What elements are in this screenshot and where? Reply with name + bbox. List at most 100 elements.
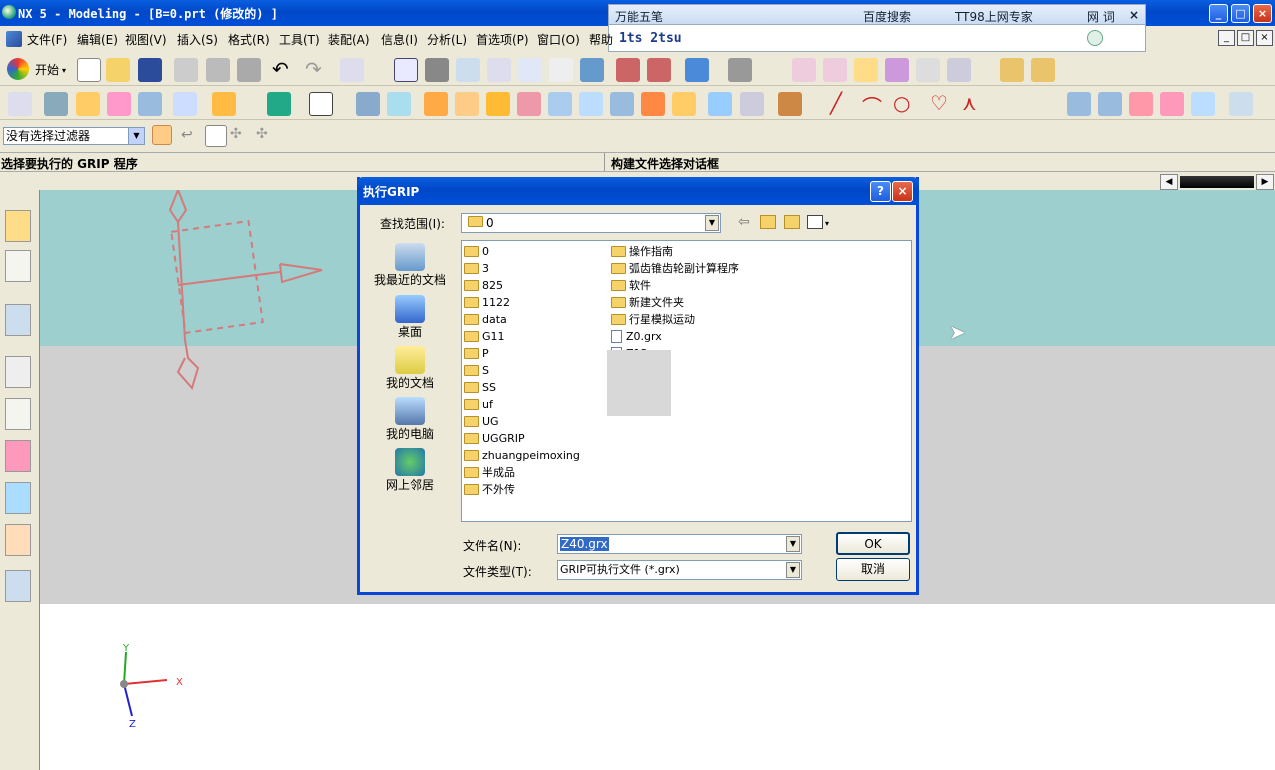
chamfer-icon[interactable] (517, 92, 541, 116)
through-curves-icon[interactable] (1098, 92, 1122, 116)
filename-input[interactable]: Z40.grx ▼ (557, 534, 802, 554)
swept-surface-icon[interactable] (1160, 92, 1184, 116)
view-icon[interactable] (580, 58, 604, 82)
reuse-library-icon[interactable] (5, 398, 31, 430)
file-list[interactable]: 0 3 825 1122 data G11 P S SS uf UG UGGRIP zhuangpeim… (461, 240, 912, 522)
zoom-icon[interactable] (456, 58, 480, 82)
chevron-down-icon[interactable]: ▼ (786, 536, 800, 552)
tab-scroll-thumb[interactable] (1180, 176, 1254, 188)
zoom-in-icon[interactable] (487, 58, 511, 82)
menu-information[interactable]: 信息(I) (381, 31, 418, 48)
edge-blend-icon[interactable] (486, 92, 510, 116)
pattern-icon[interactable] (708, 92, 732, 116)
boolean-unite-icon[interactable] (424, 92, 448, 116)
filetype-select[interactable]: GRIP可执行文件 (*.grx) ▼ (557, 560, 802, 580)
snap-point-icon[interactable]: ✣ (230, 126, 242, 142)
point-icon[interactable] (267, 92, 291, 116)
file-list-item[interactable]: uf (464, 396, 604, 413)
web-browser-icon[interactable] (5, 304, 31, 336)
ime-close-icon[interactable]: × (1129, 8, 1139, 22)
block-icon[interactable] (356, 92, 380, 116)
render-style-icon[interactable] (685, 58, 709, 82)
wcs-display-icon[interactable] (947, 58, 971, 82)
maximize-button[interactable]: □ (1231, 4, 1250, 23)
spline-icon[interactable]: ♡ (930, 91, 948, 115)
place-computer[interactable]: 我的电脑 (367, 397, 453, 447)
extrude-icon[interactable] (76, 92, 100, 116)
layer-settings-icon[interactable] (647, 58, 671, 82)
file-list-item[interactable]: SS (464, 379, 604, 396)
wcs-rotate-icon[interactable] (854, 58, 878, 82)
menu-view[interactable]: 视图(V) (125, 31, 167, 48)
wcs-origin-icon[interactable] (823, 58, 847, 82)
offset-face-icon[interactable] (610, 92, 634, 116)
part-navigator-icon[interactable] (8, 92, 32, 116)
history-icon[interactable] (5, 356, 31, 388)
lookin-select[interactable]: 0 ▼ (461, 213, 721, 233)
ime-words-label[interactable]: 网 词 (1087, 8, 1115, 25)
menu-tools[interactable]: 工具(T) (279, 31, 320, 48)
cancel-button[interactable]: 取消 (836, 558, 910, 581)
paste-icon[interactable] (237, 58, 261, 82)
view-menu-dropdown-icon[interactable]: ▾ (825, 219, 829, 228)
ok-button[interactable]: OK (836, 532, 910, 555)
wcs-icon[interactable] (792, 58, 816, 82)
fit-icon[interactable] (394, 58, 418, 82)
file-list-item[interactable]: data (464, 311, 604, 328)
datum-plane-icon[interactable] (212, 92, 236, 116)
menu-preferences[interactable]: 首选项(P) (476, 31, 529, 48)
menu-format[interactable]: 格式(R) (228, 31, 270, 48)
place-network[interactable]: 网上邻居 (367, 448, 453, 498)
zoom-region-icon[interactable] (425, 58, 449, 82)
file-list-item[interactable]: 行星模拟运动 (611, 311, 791, 328)
circle-icon[interactable]: ○ (893, 91, 910, 115)
file-list-item[interactable]: UGGRIP (464, 430, 604, 447)
mdi-minimize-button[interactable]: _ (1218, 30, 1235, 46)
revolve-icon[interactable] (107, 92, 131, 116)
cut-icon[interactable] (174, 58, 198, 82)
analysis-icon[interactable] (1229, 92, 1253, 116)
select-icon[interactable] (340, 58, 364, 82)
file-list-item[interactable]: G11 (464, 328, 604, 345)
open-icon[interactable] (106, 58, 130, 82)
help-button[interactable]: ? (870, 181, 891, 202)
menu-assemblies[interactable]: 装配(A) (328, 31, 370, 48)
part-navigator-icon[interactable] (5, 250, 31, 282)
start-button[interactable]: 开始 (35, 61, 59, 78)
save-icon[interactable] (138, 58, 162, 82)
file-list-item[interactable]: zhuangpeimoxing (464, 447, 604, 464)
start-icon[interactable] (7, 58, 29, 80)
mdi-close-button[interactable]: × (1256, 30, 1273, 46)
dialog-close-button[interactable]: × (892, 181, 913, 202)
split-body-icon[interactable] (672, 92, 696, 116)
surface-icon[interactable] (1067, 92, 1091, 116)
file-list-item[interactable]: 操作指南 (611, 243, 791, 260)
nx-menu-icon[interactable] (6, 31, 22, 47)
users-icon[interactable] (5, 524, 31, 556)
file-list-item[interactable]: 825 (464, 277, 604, 294)
thicken-icon[interactable] (579, 92, 603, 116)
redo-icon[interactable]: ↷ (305, 57, 322, 81)
chevron-down-icon[interactable]: ▼ (705, 215, 719, 231)
back-icon[interactable]: ⇦ (738, 214, 750, 230)
pan-icon[interactable] (549, 58, 573, 82)
file-list-item[interactable]: 0 (464, 243, 604, 260)
line-icon[interactable]: ╱ (830, 91, 842, 115)
file-list-item[interactable]: S (464, 362, 604, 379)
system-materials-icon[interactable] (5, 482, 31, 514)
mirror-icon[interactable] (740, 92, 764, 116)
shell-icon[interactable] (548, 92, 572, 116)
sweep-icon[interactable] (173, 92, 197, 116)
mesh-surface-icon[interactable] (1129, 92, 1153, 116)
studio-spline-icon[interactable]: ⋏ (962, 91, 977, 115)
file-list-item[interactable]: 软件 (611, 277, 791, 294)
rectangle-icon[interactable] (309, 92, 333, 116)
place-documents[interactable]: 我的文档 (367, 346, 453, 396)
type-filter-icon[interactable] (152, 125, 172, 145)
menu-analysis[interactable]: 分析(L) (427, 31, 467, 48)
file-list-item[interactable]: 不外传 (464, 481, 604, 498)
sketch-icon[interactable] (44, 92, 68, 116)
new-folder-icon[interactable] (784, 215, 800, 229)
scroll-left-icon[interactable]: ◀ (1160, 174, 1178, 190)
assembly-navigator-icon[interactable] (5, 210, 31, 242)
